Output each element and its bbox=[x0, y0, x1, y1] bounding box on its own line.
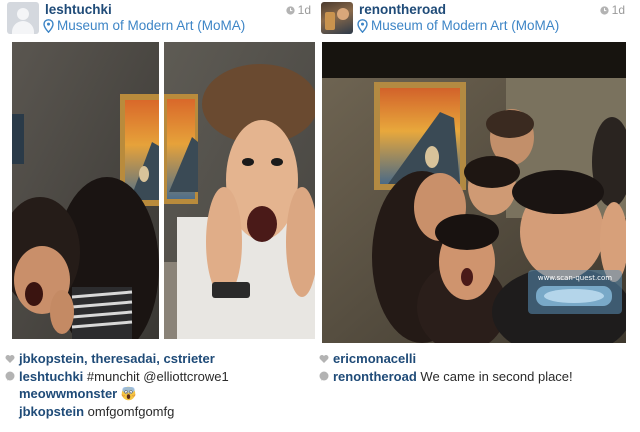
comment-text: We came in second place! bbox=[420, 368, 573, 384]
photo-watermark: www.scan-quest.com bbox=[538, 274, 612, 282]
pin-icon bbox=[43, 18, 54, 33]
comment-line: renontheroad We came in second place! bbox=[319, 368, 629, 386]
comment-line: leshtuchki #munchit @elliottcrowe1 bbox=[5, 368, 315, 386]
avatar-head bbox=[17, 8, 29, 20]
avatar[interactable] bbox=[321, 2, 353, 34]
location-label: Museum of Modern Art (MoMA) bbox=[57, 18, 246, 33]
pin-icon bbox=[357, 18, 368, 33]
post-footer: ericmonacelli renontheroad We came in se… bbox=[319, 350, 629, 385]
comment-author[interactable]: jbkopstein bbox=[19, 403, 84, 421]
heart-icon bbox=[319, 354, 329, 363]
comment-icon bbox=[319, 371, 329, 381]
avatar-figure bbox=[325, 12, 335, 30]
avatar[interactable] bbox=[7, 2, 39, 34]
comment-author[interactable]: leshtuchki bbox=[19, 368, 83, 386]
likes-list[interactable]: ericmonacelli bbox=[333, 350, 416, 368]
clock-icon bbox=[600, 5, 609, 15]
timestamp: 1d bbox=[286, 3, 311, 17]
comment-text: #munchit @elliottcrowe1 bbox=[86, 368, 229, 384]
group-photo: www.scan-quest.com bbox=[322, 42, 626, 343]
clock-icon bbox=[286, 5, 295, 15]
photo-collage bbox=[12, 42, 315, 339]
comment-line: meowwmonster bbox=[5, 385, 315, 403]
likes-line: ericmonacelli bbox=[319, 350, 629, 368]
comment-author[interactable]: renontheroad bbox=[333, 368, 417, 386]
comment-line: jbkopstein omfgomfgomfg bbox=[5, 403, 315, 421]
comment-icon bbox=[5, 371, 15, 381]
likes-line: jbkopstein, theresadai, cstrieter bbox=[5, 350, 315, 368]
heart-icon bbox=[5, 354, 15, 363]
avatar-body bbox=[12, 21, 34, 34]
username-link[interactable]: leshtuchki bbox=[45, 2, 112, 17]
post-photo[interactable] bbox=[12, 42, 315, 339]
location-link[interactable]: Museum of Modern Art (MoMA) bbox=[43, 18, 245, 33]
screaming-face-icon bbox=[121, 387, 136, 401]
right-sub-photo bbox=[164, 42, 315, 339]
comment-text: omfgomfgomfg bbox=[87, 403, 175, 419]
location-link[interactable]: Museum of Modern Art (MoMA) bbox=[357, 18, 559, 33]
timestamp-label: 1d bbox=[611, 3, 625, 17]
location-label: Museum of Modern Art (MoMA) bbox=[371, 18, 560, 33]
comment-author[interactable]: meowwmonster bbox=[19, 385, 117, 403]
post-footer: jbkopstein, theresadai, cstrieter leshtu… bbox=[5, 350, 315, 420]
post-card: renontheroad Museum of Modern Art (MoMA)… bbox=[319, 0, 629, 432]
likes-list[interactable]: jbkopstein, theresadai, cstrieter bbox=[19, 350, 215, 368]
left-sub-photo bbox=[12, 42, 159, 339]
post-card: leshtuchki Museum of Modern Art (MoMA) 1… bbox=[5, 0, 315, 432]
post-header: leshtuchki Museum of Modern Art (MoMA) 1… bbox=[5, 0, 315, 38]
timestamp: 1d bbox=[600, 3, 625, 17]
post-photo[interactable]: www.scan-quest.com bbox=[322, 42, 626, 343]
post-header: renontheroad Museum of Modern Art (MoMA)… bbox=[319, 0, 629, 38]
username-link[interactable]: renontheroad bbox=[359, 2, 446, 17]
timestamp-label: 1d bbox=[297, 3, 311, 17]
avatar-figure bbox=[337, 8, 349, 20]
